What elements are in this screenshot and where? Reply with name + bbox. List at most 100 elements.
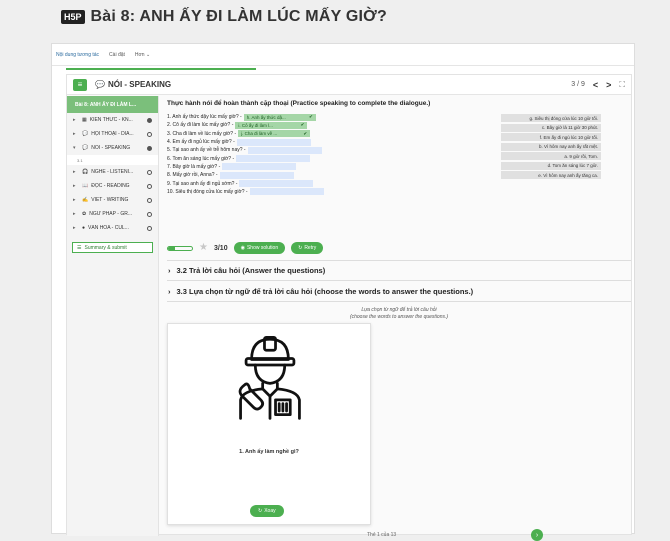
accordion-answer-questions[interactable]: › 3.2 Trả lời câu hỏi (Answer the questi… (167, 260, 631, 281)
chevron-right-icon[interactable]: ▸ (73, 225, 79, 231)
question-text: 8. Mấy giờ rồi, Anna? - (167, 172, 218, 179)
sidebar-item[interactable]: ▸ 💬 HỘI THOẠI - DIA... (67, 127, 158, 141)
fullscreen-icon[interactable]: ⛶ (619, 80, 625, 90)
chapter-icon: ✍ (82, 197, 89, 203)
score-bar: ★ 3/10 ◉ Show solution ↻ Retry (167, 242, 631, 254)
score-progress-bar (167, 245, 193, 251)
check-icon: ✔ (300, 122, 305, 128)
chapter-icon: ▦ (82, 117, 87, 123)
chapter-icon: ● (82, 225, 86, 231)
chapter-icon: 📖 (82, 183, 89, 189)
page-title: Bài 8: ANH ẤY ĐI LÀM LÚC MẤY GIỜ? (90, 8, 387, 25)
chevron-right-icon[interactable]: ▸ (73, 131, 79, 137)
sidebar-item[interactable]: ▸ ● VĂN HÓA - CUL... (67, 221, 158, 235)
tab-more[interactable]: Hơn ⌄ (135, 52, 150, 58)
chapter-icon: ✿ (82, 211, 87, 217)
top-nav: Nội dung tương tác Cài đặt Hơn ⌄ (52, 44, 634, 66)
score-text: 3/10 (213, 244, 228, 252)
sidebar-item-label: HỘI THOẠI - DIA... (91, 131, 134, 137)
answer-bank: g. Siêu thị đóng cửa lúc 10 giờ tối. c. B… (501, 114, 601, 179)
sidebar-item-label: NÓI - SPEAKING (91, 145, 131, 151)
sidebar-heading[interactable]: Bài 8: ANH ẤY ĐI LÀM L... (67, 96, 158, 113)
status-dot (147, 197, 152, 203)
question-text: 3. Cha đi làm về lúc mấy giờ? - (167, 130, 237, 137)
drop-zone[interactable] (239, 180, 314, 188)
drop-zone-filled[interactable]: i. Cô ấy đi làm l... ✔ (235, 121, 308, 129)
draggable-answer[interactable]: g. Siêu thị đóng cửa lúc 10 giờ tối. (501, 114, 601, 122)
drop-zone[interactable] (247, 146, 322, 154)
check-icon: ✔ (303, 130, 308, 136)
sidebar-subsection[interactable]: 3.1 (67, 155, 158, 165)
question-text: 7. Bây giờ là mấy giờ? - (167, 163, 221, 170)
star-icon: ★ (199, 242, 208, 253)
drop-zone[interactable] (219, 171, 294, 179)
sidebar-item[interactable]: ▸ ✍ VIẾT - WRITING (67, 193, 158, 207)
drop-zone[interactable] (236, 155, 311, 163)
drop-zone-filled[interactable]: h. Anh ấy thức dậ... ✔ (243, 113, 316, 121)
draggable-answer[interactable]: f. Em ấy đi ngủ lúc 10 giờ tối. (501, 133, 601, 141)
sidebar-item[interactable]: ▸ ✿ NGỮ PHÁP - GR... (67, 207, 158, 221)
chevron-right-icon: › (168, 266, 171, 275)
chevron-right-icon[interactable]: ▸ (73, 117, 79, 123)
sidebar-item-label: VIẾT - WRITING (91, 197, 129, 203)
menu-button[interactable]: ≡ (73, 78, 87, 91)
status-dot (147, 169, 152, 175)
next-card-button[interactable]: › (531, 529, 543, 541)
draggable-answer[interactable]: c. Bây giờ là 11 giờ 30 phút. (501, 123, 601, 132)
chapter-progress: 3 / 9 (571, 81, 585, 88)
sidebar-item-label: ĐỌC - READING (91, 183, 130, 189)
sidebar-item[interactable]: ▾ 💬 NÓI - SPEAKING (67, 141, 158, 155)
status-dot (147, 145, 152, 151)
draggable-answer[interactable]: e. Vì hôm nay anh ấy tăng ca. (501, 171, 601, 179)
draggable-answer[interactable]: d. Tom ăn sáng lúc 7 giờ. (501, 161, 601, 170)
draggable-answer[interactable]: a. 9 giờ rồi, Tom. (501, 152, 601, 160)
chapter-title: 💬 NÓI - SPEAKING (95, 80, 172, 89)
flashcard-instructions: Lựa chọn từ ngữ để trả lời câu hỏi (choo… (349, 307, 449, 320)
accordion-choose-words[interactable]: › 3.3 Lựa chọn từ ngữ để trả lời câu hỏi… (167, 281, 631, 302)
construction-worker-icon (238, 335, 301, 420)
eye-icon: ◉ (240, 245, 245, 251)
sidebar-item[interactable]: ▸ 📖 ĐỌC - READING (67, 179, 158, 193)
arrow-right-icon: › (535, 531, 539, 539)
drop-zone[interactable] (222, 163, 297, 171)
chevron-down-icon[interactable]: ▾ (73, 145, 79, 151)
sidebar-item[interactable]: ▸ 🎧 NGHE - LISTENI... (67, 165, 158, 179)
retry-button[interactable]: ↻ Retry (291, 242, 324, 254)
list-icon: ☰ (77, 244, 82, 251)
draggable-answer[interactable]: b. Vì hôm nay anh ấy rất mệt. (501, 142, 601, 151)
chevron-right-icon[interactable]: ▸ (73, 211, 79, 217)
content-frame: ≡ 💬 NÓI - SPEAKING 3 / 9 < > ⛶ Bài 8: AN… (66, 74, 632, 541)
chevron-right-icon: › (168, 286, 171, 296)
main-content: Thực hành nói để hoàn thành cặp thoại (P… (167, 100, 631, 321)
chevron-right-icon[interactable]: ▸ (73, 183, 79, 189)
show-solution-button[interactable]: ◉ Show solution (233, 242, 286, 254)
question-text: 2. Cô ấy đi làm lúc mấy giờ? - (167, 122, 234, 129)
prev-chapter-icon[interactable]: < (593, 80, 598, 90)
next-chapter-icon[interactable]: > (606, 80, 611, 90)
hamburger-icon: ≡ (77, 80, 83, 89)
progress-strip (66, 68, 256, 70)
flip-card-button[interactable]: ↻ Xoay (250, 505, 284, 517)
status-dot (147, 225, 152, 231)
drop-zone-filled[interactable]: j. Cha đi làm về ... ✔ (238, 130, 311, 138)
status-dot (147, 211, 152, 217)
sidebar-item-label: VĂN HÓA - CUL... (88, 225, 129, 231)
chevron-right-icon[interactable]: ▸ (73, 169, 79, 175)
drag-drop-area: 1. Anh ấy thức dậy lúc mấy giờ? - h. Anh … (167, 113, 631, 238)
h5p-logo: H5P (61, 10, 85, 24)
summary-submit-button[interactable]: ☰ Summary & submit (72, 242, 153, 253)
chevron-right-icon[interactable]: ▸ (73, 197, 79, 203)
frame-header: ≡ 💬 NÓI - SPEAKING 3 / 9 < > ⛶ (67, 75, 631, 95)
tab-interactive-content[interactable]: Nội dung tương tác (56, 52, 99, 58)
sidebar-item[interactable]: ▸ ▦ KIẾN THỨC - KN... (67, 113, 158, 127)
sidebar-item-label: NGỮ PHÁP - GR... (89, 211, 132, 217)
tab-settings[interactable]: Cài đặt (109, 52, 125, 58)
chapter-icon: 💬 (82, 145, 89, 151)
question-text: 1. Anh ấy thức dậy lúc mấy giờ? - (167, 114, 242, 121)
sidebar: Bài 8: ANH ẤY ĐI LÀM L... ▸ ▦ KIẾN THỨC - … (67, 96, 159, 536)
retry-icon: ↻ (298, 245, 303, 251)
speech-bubble-icon: 💬 (95, 80, 105, 89)
drop-zone[interactable] (236, 138, 311, 146)
drop-zone[interactable] (249, 188, 324, 196)
question-text: 5. Tại sao anh ấy về trễ hôm nay? - (167, 147, 246, 154)
